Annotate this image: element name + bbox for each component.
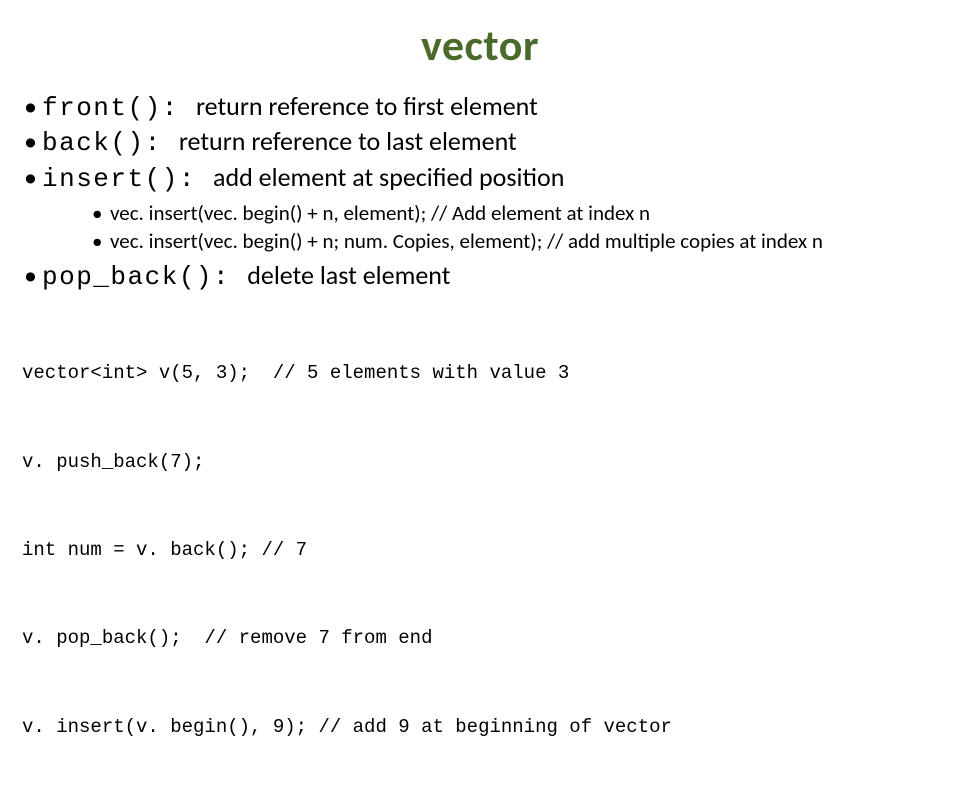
bullet-code: front(): [42,93,196,123]
code-block: vector<int> v(5, 3); // 5 elements with … [22,301,938,801]
bullet-list: front(): return reference to first eleme… [22,90,938,295]
bullet-code: insert(): [42,164,213,194]
bullet-back: back(): return reference to last element [22,125,938,160]
code-line: v. push_back(7); [22,448,938,477]
sub-list: vec. insert(vec. begin() + n, element); … [42,200,938,255]
sub-bullet: vec. insert(vec. begin() + n, element); … [92,200,938,228]
slide: vector front(): return reference to firs… [0,0,960,540]
code-line: int num = v. back(); // 7 [22,536,938,565]
bullet-desc: delete last element [247,259,450,291]
bullet-desc: return reference to last element [179,125,517,157]
bullet-desc: return reference to first element [196,90,538,122]
bullet-desc: add element at specified position [213,161,564,193]
code-line: vector<int> v(5, 3); // 5 elements with … [22,359,938,388]
bullet-front: front(): return reference to first eleme… [22,90,938,125]
bullet-code: pop_back(): [42,262,247,292]
code-line: v. pop_back(); // remove 7 from end [22,624,938,653]
bullet-insert: insert(): add element at specified posit… [22,161,938,256]
bullet-code: back(): [42,128,179,158]
sub-bullet: vec. insert(vec. begin() + n; num. Copie… [92,228,938,256]
slide-title: vector [22,18,938,72]
bullet-popback: pop_back(): delete last element [22,259,938,294]
code-line: v. insert(v. begin(), 9); // add 9 at be… [22,713,938,742]
